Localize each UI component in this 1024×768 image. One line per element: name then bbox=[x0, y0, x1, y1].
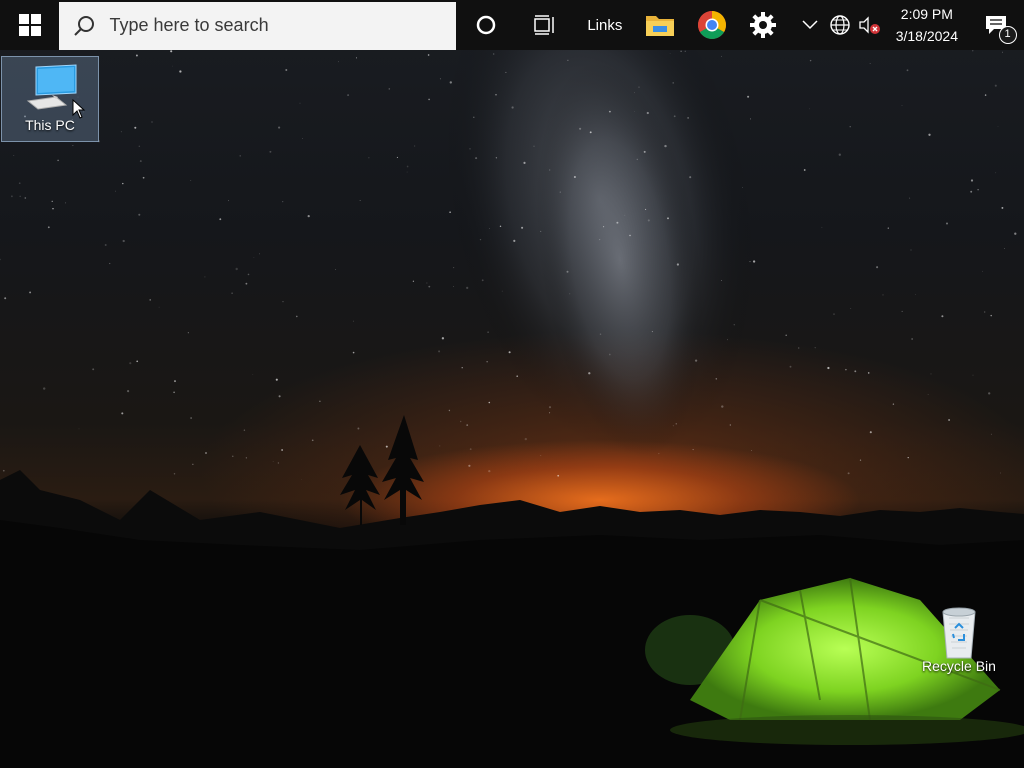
task-view-icon bbox=[534, 15, 555, 35]
network-button[interactable] bbox=[825, 0, 855, 50]
action-center-button[interactable]: 1 bbox=[969, 0, 1024, 50]
volume-muted-icon bbox=[859, 16, 881, 34]
links-label: Links bbox=[587, 16, 623, 34]
taskbar-search-box[interactable] bbox=[59, 1, 457, 50]
globe-icon bbox=[830, 15, 850, 35]
computer-icon bbox=[26, 64, 77, 110]
tray-overflow-button[interactable] bbox=[795, 0, 825, 50]
taskbar-app-chrome[interactable] bbox=[686, 0, 738, 50]
taskbar-clock[interactable]: 2:09 PM 3/18/2024 bbox=[885, 0, 968, 50]
cortana-button[interactable] bbox=[456, 0, 515, 50]
gear-icon bbox=[750, 12, 777, 38]
desktop-icon-label: Recycle Bin bbox=[922, 658, 996, 674]
taskbar-app-file-explorer[interactable] bbox=[635, 0, 687, 50]
taskbar-app-settings[interactable] bbox=[738, 0, 790, 50]
desktop-wallpaper bbox=[0, 0, 1024, 768]
notification-count-badge: 1 bbox=[998, 26, 1017, 44]
clock-date: 3/18/2024 bbox=[895, 28, 959, 44]
start-button[interactable] bbox=[0, 0, 59, 50]
mouse-cursor-icon bbox=[72, 99, 86, 119]
volume-button[interactable] bbox=[855, 0, 885, 50]
recycle-bin-icon bbox=[942, 607, 976, 659]
system-tray bbox=[795, 0, 885, 50]
desktop-icon-this-pc[interactable]: This PC bbox=[1, 56, 99, 142]
chevron-up-icon bbox=[802, 20, 818, 30]
folder-icon bbox=[646, 16, 675, 36]
clock-time: 2:09 PM bbox=[900, 6, 953, 22]
wallpaper-scene bbox=[0, 0, 1024, 768]
search-icon bbox=[74, 15, 95, 36]
desktop-icon-recycle-bin[interactable]: Recycle Bin bbox=[910, 598, 1008, 684]
windows-logo-icon bbox=[18, 14, 41, 36]
search-input[interactable] bbox=[109, 15, 430, 36]
links-toolbar[interactable]: Links bbox=[575, 0, 634, 50]
cortana-circle-icon bbox=[476, 15, 496, 35]
taskbar: Links bbox=[0, 0, 1024, 50]
task-view-button[interactable] bbox=[516, 0, 575, 50]
chrome-icon bbox=[697, 11, 726, 39]
desktop-icon-label: This PC bbox=[25, 117, 75, 133]
